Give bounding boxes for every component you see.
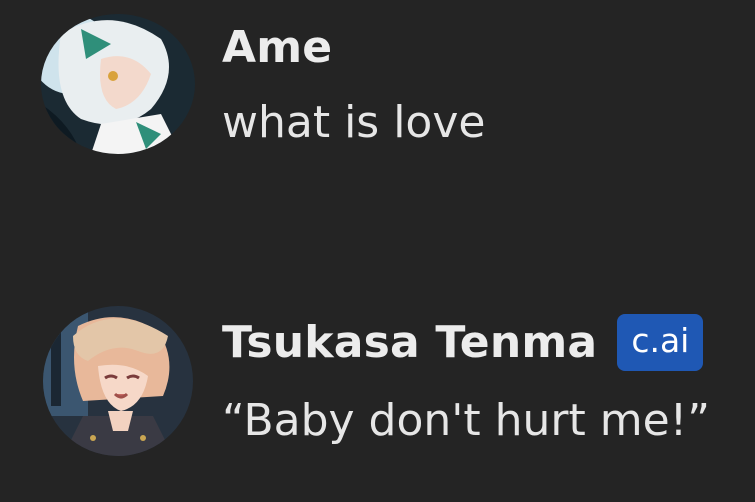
cai-badge: c.ai [617,314,704,371]
message-text: what is love [222,97,486,148]
avatar-image-icon [43,306,193,456]
author-name[interactable]: Ame [222,22,332,74]
message-text: “Baby don't hurt me!” [222,395,711,446]
avatar-image-icon [41,14,195,154]
author-row: Tsukasa Tenma c.ai [222,314,704,371]
chat-message-user: Ame what is love [0,0,755,180]
author-row: Ame [222,22,332,74]
user-avatar[interactable] [41,14,195,154]
chat-message-character: Tsukasa Tenma c.ai “Baby don't hurt me!” [0,290,755,502]
author-name[interactable]: Tsukasa Tenma [222,317,597,369]
character-avatar[interactable] [43,306,193,456]
